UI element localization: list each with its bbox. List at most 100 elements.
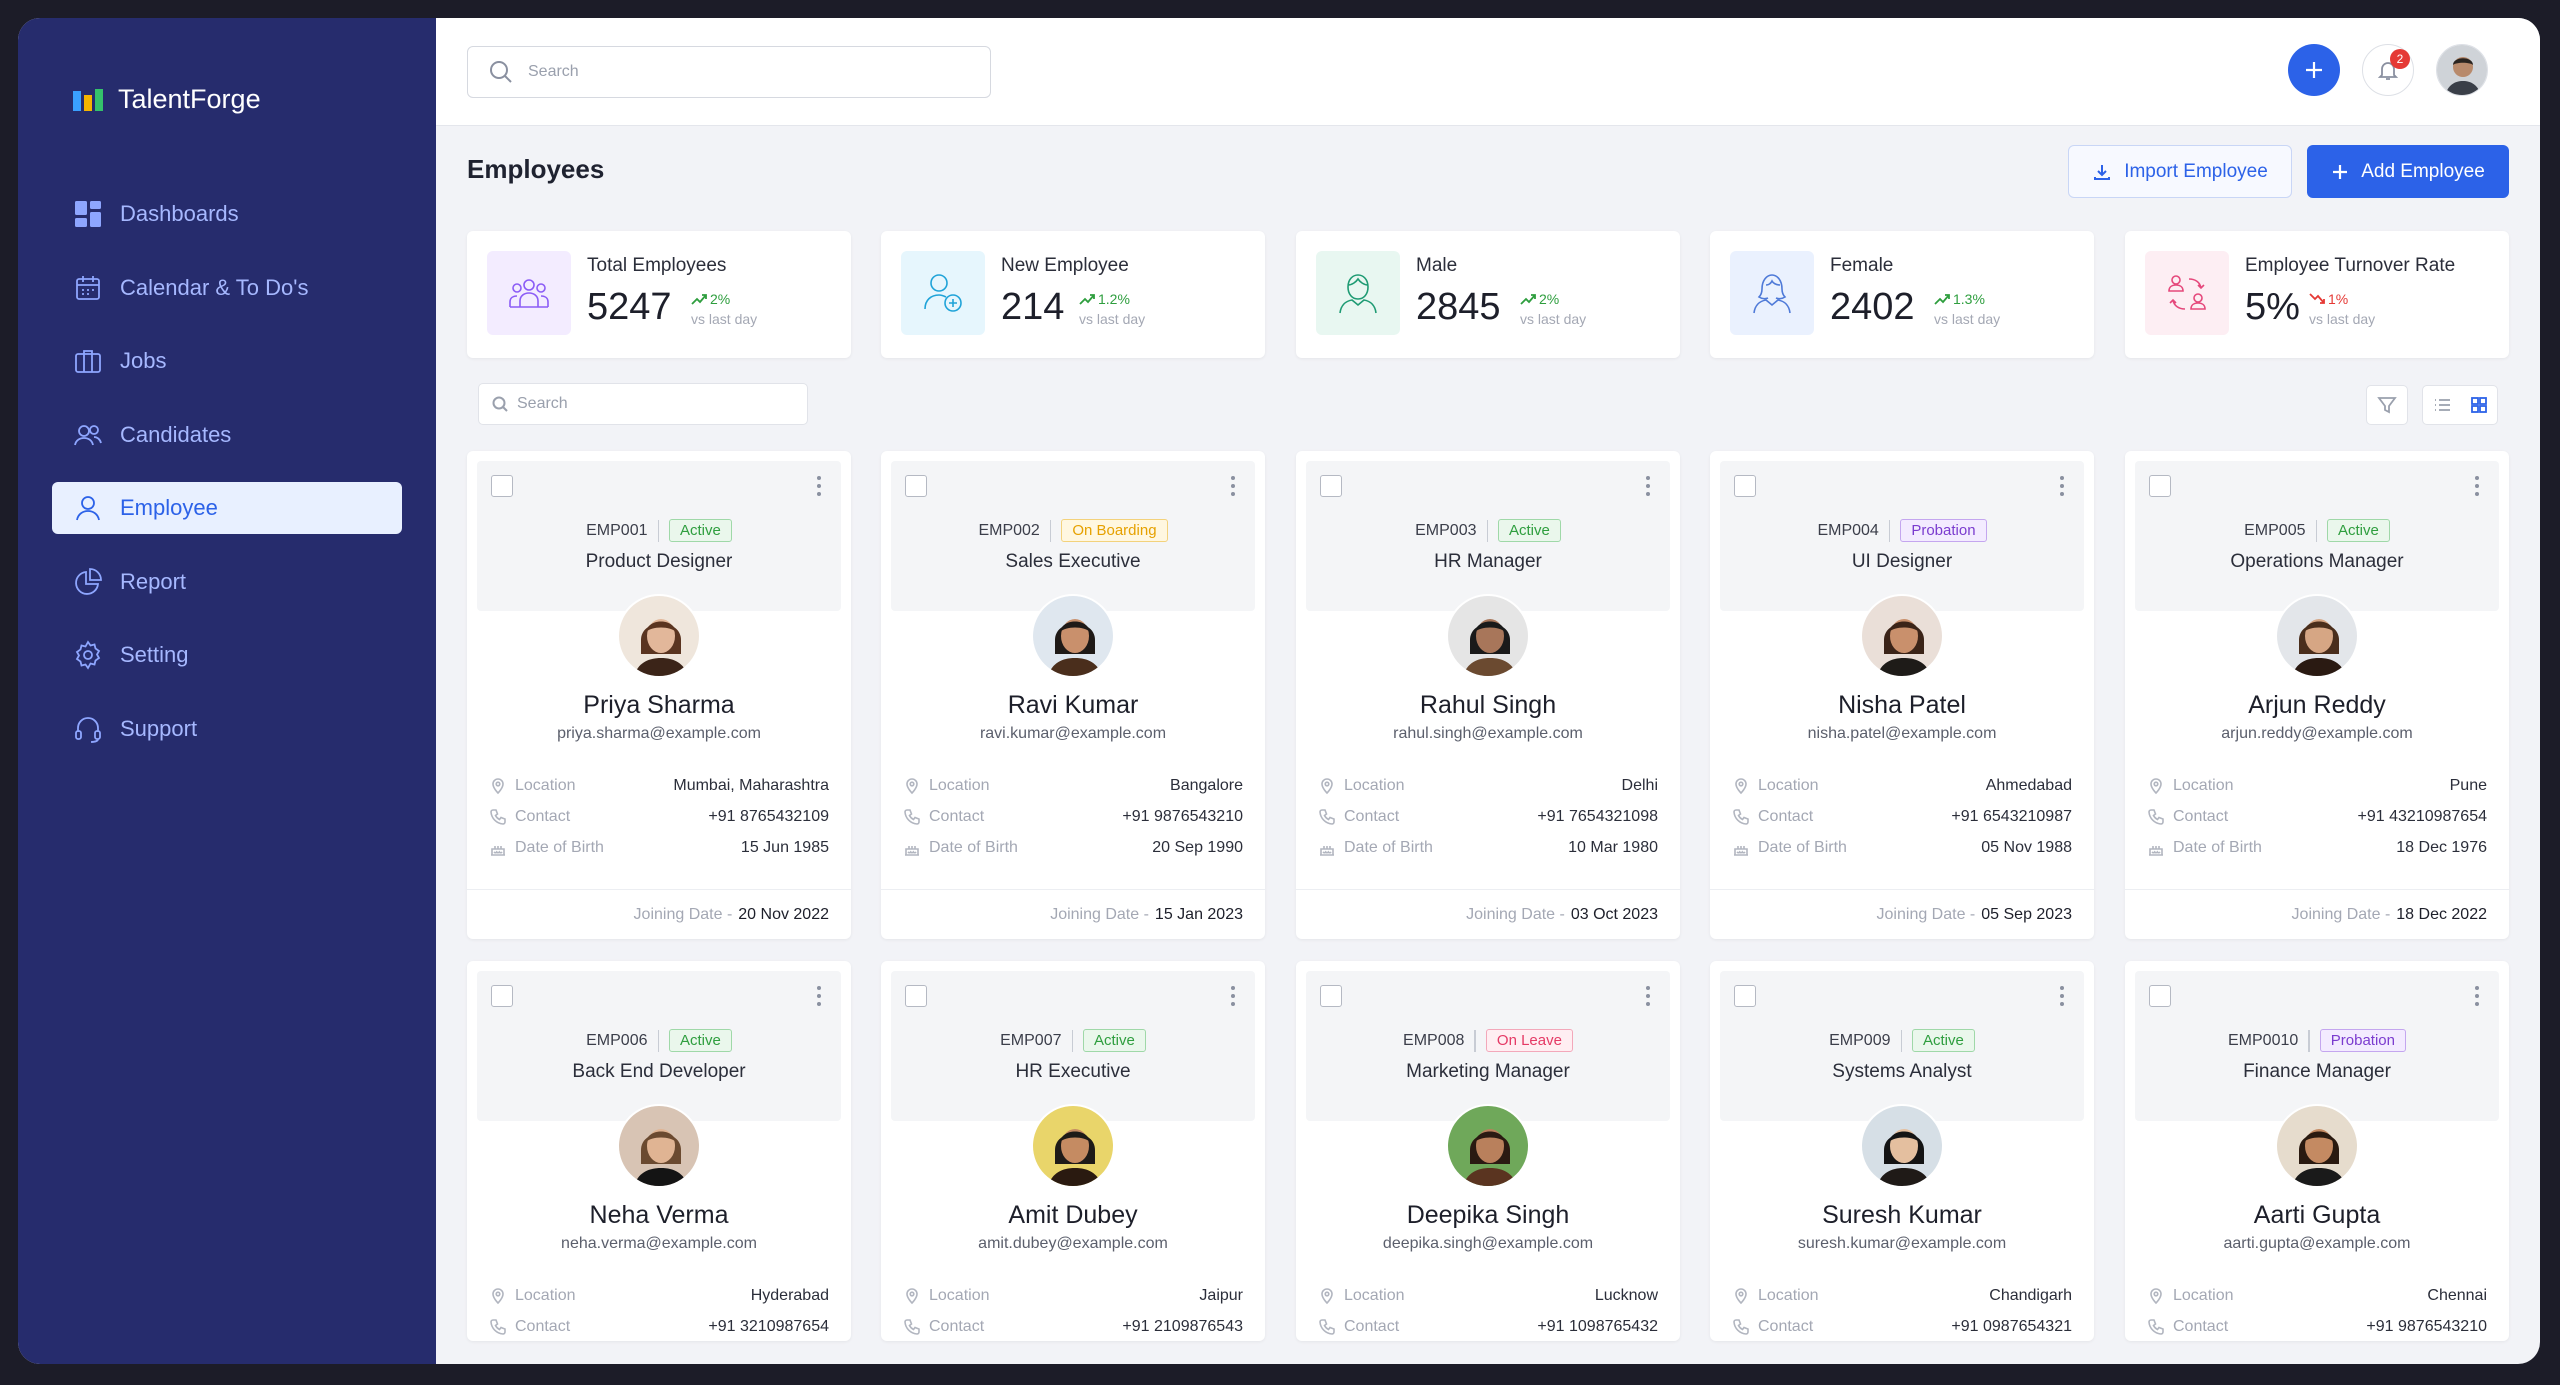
dob-value: 15 Jun 1985 [740, 839, 829, 856]
cake-icon [905, 846, 919, 856]
contact-row: Contact +91 2109876543 [903, 1318, 1243, 1336]
employee-card[interactable]: EMP003 Active HR Manager Rahul Singh rahul.s… [1296, 451, 1680, 939]
more-options-button[interactable] [1640, 473, 1656, 499]
more-options-button[interactable] [1640, 983, 1656, 1009]
employee-card[interactable]: EMP005 Active Operations Manager Arjun Redd… [2125, 451, 2509, 939]
more-options-button[interactable] [1225, 473, 1241, 499]
select-checkbox[interactable] [491, 985, 513, 1007]
joining-value: 05 Sep 2023 [1981, 905, 2072, 923]
location-label: Location [929, 777, 990, 794]
list-view-icon[interactable] [2432, 395, 2452, 415]
stat-turnover-rate: Employee Turnover Rate 5% 1% vs last day [2125, 231, 2509, 358]
select-checkbox[interactable] [1320, 475, 1342, 497]
employee-email[interactable]: rahul.singh@example.com [1296, 725, 1680, 743]
add-employee-button[interactable]: Add Employee [2307, 145, 2509, 198]
more-options-button[interactable] [811, 473, 827, 499]
employee-email[interactable]: deepika.singh@example.com [1296, 1235, 1680, 1253]
employee-email[interactable]: ravi.kumar@example.com [881, 725, 1265, 743]
location-value: Lucknow [1594, 1287, 1658, 1304]
employee-search[interactable] [478, 383, 808, 425]
select-checkbox[interactable] [1320, 985, 1342, 1007]
status-badge: Active [1083, 1029, 1146, 1052]
more-options-button[interactable] [2469, 473, 2485, 499]
employee-card[interactable]: EMP004 Probation UI Designer Nisha Patel nis… [1710, 451, 2094, 939]
employee-avatar [1031, 1104, 1115, 1188]
location-label: Location [515, 777, 576, 794]
location-pin-icon [492, 1288, 504, 1305]
employee-card[interactable]: EMP0010 Probation Finance Manager Aarti Gup… [2125, 961, 2509, 1341]
status-badge: Probation [1900, 519, 1987, 542]
location-row: Location Ahmedabad [1732, 777, 2072, 795]
status-badge: On Boarding [1061, 519, 1168, 542]
employee-avatar [1031, 594, 1115, 678]
employee-email[interactable]: neha.verma@example.com [467, 1235, 851, 1253]
global-search[interactable] [467, 46, 991, 98]
quick-add-button[interactable] [2288, 44, 2340, 96]
brand-name: TalentForge [118, 84, 261, 114]
employee-id: EMP009 [1829, 1031, 1891, 1049]
id-status-row: EMP0010 Probation [2125, 1029, 2509, 1052]
select-checkbox[interactable] [2149, 475, 2171, 497]
select-checkbox[interactable] [905, 985, 927, 1007]
employee-card[interactable]: EMP007 Active HR Executive Amit Dubey amit.d… [881, 961, 1265, 1341]
trend-up-icon [1934, 294, 1950, 305]
stat-value: 2845 [1416, 286, 1501, 328]
more-options-button[interactable] [2469, 983, 2485, 1009]
more-options-button[interactable] [1225, 983, 1241, 1009]
employee-email[interactable]: arjun.reddy@example.com [2125, 725, 2509, 743]
location-pin-icon [906, 778, 918, 795]
select-checkbox[interactable] [1734, 985, 1756, 1007]
phone-icon [904, 1319, 920, 1335]
location-row: Location Pune [2147, 777, 2487, 795]
divider [1888, 519, 1891, 542]
employee-card[interactable]: EMP008 On Leave Marketing Manager Deepika S… [1296, 961, 1680, 1341]
joining-date-row: Joining Date - 03 Oct 2023 [1296, 889, 1680, 939]
select-checkbox[interactable] [905, 475, 927, 497]
employee-email[interactable]: priya.sharma@example.com [467, 725, 851, 743]
location-pin-icon [492, 778, 504, 795]
dob-row: Date of Birth 05 Nov 1988 [1732, 839, 2072, 857]
employee-card[interactable]: EMP009 Active Systems Analyst Suresh Kumar s… [1710, 961, 2094, 1341]
sidebar-item-report[interactable]: Report [52, 556, 402, 608]
sidebar-item-setting[interactable]: Setting [52, 629, 402, 681]
employee-card[interactable]: EMP001 Active Product Designer Priya Sharma… [467, 451, 851, 939]
notifications-button[interactable]: 2 [2362, 44, 2414, 96]
sidebar-item-calendar[interactable]: Calendar & To Do's [52, 262, 402, 314]
sidebar-item-jobs[interactable]: Jobs [52, 335, 402, 387]
import-employee-button[interactable]: Import Employee [2068, 145, 2292, 198]
cake-icon [1320, 846, 1334, 856]
sidebar-item-support[interactable]: Support [52, 703, 402, 755]
contact-value: +91 6543210987 [1951, 808, 2072, 825]
more-options-button[interactable] [2054, 473, 2070, 499]
stat-vs: vs last day [691, 311, 758, 327]
select-checkbox[interactable] [2149, 985, 2171, 1007]
employee-card[interactable]: EMP002 On Boarding Sales Executive Ravi Kum… [881, 451, 1265, 939]
grid-view-icon[interactable] [2469, 395, 2489, 415]
location-pin-icon [1321, 778, 1333, 795]
global-search-input[interactable] [528, 63, 968, 81]
employee-email[interactable]: nisha.patel@example.com [1710, 725, 2094, 743]
more-options-button[interactable] [811, 983, 827, 1009]
location-value: Ahmedabad [1985, 777, 2072, 794]
employee-name: Amit Dubey [1008, 1201, 1138, 1229]
employee-email[interactable]: amit.dubey@example.com [881, 1235, 1265, 1253]
sidebar-item-dashboards[interactable]: Dashboards [52, 188, 402, 240]
select-checkbox[interactable] [491, 475, 513, 497]
employee-email[interactable]: aarti.gupta@example.com [2125, 1235, 2509, 1253]
phone-icon [1319, 1319, 1335, 1335]
select-checkbox[interactable] [1734, 475, 1756, 497]
employee-email[interactable]: suresh.kumar@example.com [1710, 1235, 2094, 1253]
user-avatar[interactable] [2436, 44, 2488, 96]
status-badge: Active [1498, 519, 1561, 542]
filter-button[interactable] [2366, 385, 2408, 425]
divider [1474, 1029, 1476, 1052]
sidebar-item-employee[interactable]: Employee [52, 482, 402, 534]
stat-label: Total Employees [587, 255, 727, 276]
employee-name: Arjun Reddy [2248, 691, 2386, 719]
more-options-button[interactable] [2054, 983, 2070, 1009]
employee-search-input[interactable] [517, 395, 797, 413]
employee-card[interactable]: EMP006 Active Back End Developer Neha Verma… [467, 961, 851, 1341]
brand[interactable]: TalentForge [72, 84, 261, 115]
sidebar-item-candidates[interactable]: Candidates [52, 409, 402, 461]
contact-value: +91 9876543210 [1122, 808, 1243, 825]
